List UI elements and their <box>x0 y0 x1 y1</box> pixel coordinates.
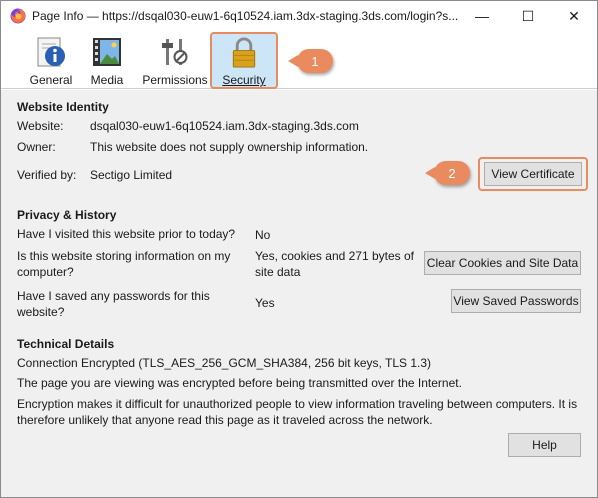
clear-cookies-label: Clear Cookies and Site Data <box>426 256 579 270</box>
close-icon: ✕ <box>568 7 580 24</box>
page-info-window: Page Info — https://dsqal030-euw1-6q1052… <box>0 0 598 498</box>
clear-cookies-button[interactable]: Clear Cookies and Site Data <box>424 251 581 275</box>
website-label: Website: <box>17 119 64 133</box>
technical-details-heading: Technical Details <box>17 337 115 351</box>
view-certificate-highlight: View Certificate <box>478 157 588 191</box>
tab-permissions[interactable]: Permissions <box>139 33 211 87</box>
passwords-question: Have I saved any passwords for this webs… <box>17 289 210 319</box>
tab-media[interactable]: Media <box>84 33 130 87</box>
owner-value: This website does not supply ownership i… <box>90 140 369 154</box>
tab-media-label: Media <box>90 73 124 87</box>
verified-by-value: Sectigo Limited <box>90 168 173 182</box>
tab-security-label: Security <box>222 73 266 87</box>
lock-icon <box>232 37 256 68</box>
encryption-line-2: Encryption makes it difficult for unauth… <box>17 397 578 427</box>
view-certificate-button[interactable]: View Certificate <box>484 162 582 186</box>
website-identity-heading: Website Identity <box>17 100 109 114</box>
maximize-button[interactable]: ☐ <box>505 1 551 31</box>
minimize-icon: — <box>475 8 489 24</box>
visited-question: Have I visited this website prior to tod… <box>17 227 236 241</box>
callout-badge-1: 1 <box>288 49 333 73</box>
title-bar[interactable]: Page Info — https://dsqal030-euw1-6q1052… <box>1 1 597 31</box>
website-value: dsqal030-euw1-6q10524.iam.3dx-staging.3d… <box>90 119 359 133</box>
view-certificate-label: View Certificate <box>491 167 575 181</box>
storing-answer: Yes, cookies and 271 bytes of site data <box>255 249 414 279</box>
close-button[interactable]: ✕ <box>551 1 597 31</box>
window-title: Page Info — https://dsqal030-euw1-6q1052… <box>32 9 459 23</box>
permissions-icon <box>162 39 188 65</box>
storing-question: Is this website storing information on m… <box>17 249 231 279</box>
security-panel: Website Identity Website: dsqal030-euw1-… <box>1 90 597 497</box>
connection-details: Connection Encrypted (TLS_AES_256_GCM_SH… <box>17 356 432 370</box>
verified-by-label: Verified by: <box>17 168 77 182</box>
tab-security[interactable]: Security <box>210 32 278 89</box>
help-label: Help <box>532 438 557 452</box>
tab-general[interactable]: General <box>25 33 77 87</box>
passwords-answer: Yes <box>255 296 275 310</box>
info-icon <box>37 37 65 67</box>
callout-badge-2: 2 <box>425 161 470 185</box>
maximize-icon: ☐ <box>521 7 535 24</box>
encryption-line-1: The page you are viewing was encrypted b… <box>17 376 462 390</box>
owner-label: Owner: <box>17 140 56 154</box>
help-button[interactable]: Help <box>508 433 581 457</box>
privacy-history-heading: Privacy & History <box>17 208 117 222</box>
visited-answer: No <box>255 228 271 242</box>
view-saved-passwords-label: View Saved Passwords <box>453 294 579 308</box>
view-saved-passwords-button[interactable]: View Saved Passwords <box>451 289 581 313</box>
minimize-button[interactable]: — <box>459 1 505 31</box>
tab-general-label: General <box>29 73 73 87</box>
firefox-icon <box>10 8 26 24</box>
media-icon <box>93 38 121 66</box>
tab-permissions-label: Permissions <box>142 73 208 87</box>
